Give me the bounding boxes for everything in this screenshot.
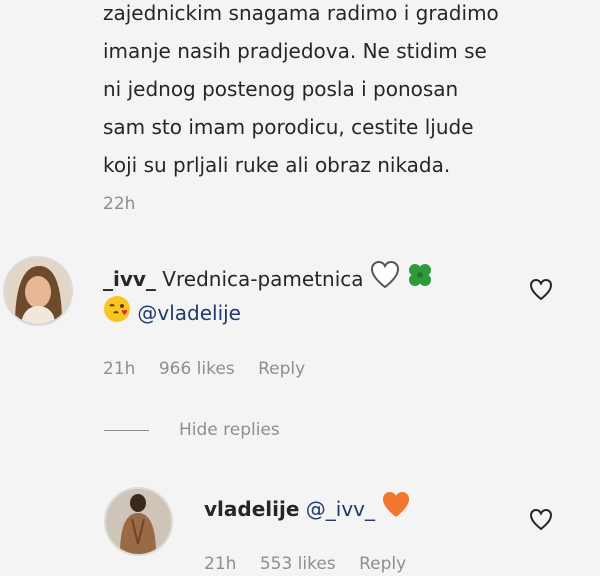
reply-time: 21h — [204, 554, 237, 574]
like-heart-outline-icon[interactable] — [528, 277, 554, 303]
mention-link[interactable]: @vladelije — [137, 301, 241, 325]
comment-mention-line: @vladelije — [103, 294, 241, 335]
comment-username[interactable]: _ivv_ — [103, 267, 156, 291]
reply-likes[interactable]: 553 likes — [260, 554, 336, 574]
comment-meta: 21h 966 likes Reply — [103, 359, 323, 379]
comment-time: 21h — [103, 359, 136, 379]
previous-comment-time: 22h — [103, 194, 136, 214]
winking-kiss-face-icon — [103, 295, 131, 335]
avatar-photo — [5, 258, 71, 324]
comment-likes[interactable]: 966 likes — [159, 359, 235, 379]
hide-replies-button[interactable]: Hide replies — [179, 420, 280, 440]
reply-button[interactable]: Reply — [258, 359, 305, 379]
four-leaf-clover-icon — [406, 261, 434, 301]
comment-text: Vrednica-pametnica — [162, 267, 364, 291]
orange-heart-icon — [381, 491, 411, 531]
reply-meta: 21h 553 likes Reply — [204, 554, 424, 574]
reply-avatar[interactable] — [104, 487, 173, 556]
reply-reply-button[interactable]: Reply — [359, 554, 406, 574]
reply-body: vladelije @_ivv_ — [204, 490, 411, 531]
hide-replies-row[interactable]: Hide replies — [104, 420, 280, 440]
previous-comment-text: zajednickim snagama radimo i gradimo ima… — [103, 1, 499, 177]
white-heart-icon — [370, 260, 400, 301]
reply-username[interactable]: vladelije — [204, 497, 299, 521]
divider-line — [104, 429, 149, 431]
reply-avatar-photo — [106, 489, 171, 554]
avatar[interactable] — [3, 256, 73, 326]
reply-mention[interactable]: @_ivv_ — [306, 497, 375, 521]
reply-like-heart-outline-icon[interactable] — [528, 507, 554, 533]
